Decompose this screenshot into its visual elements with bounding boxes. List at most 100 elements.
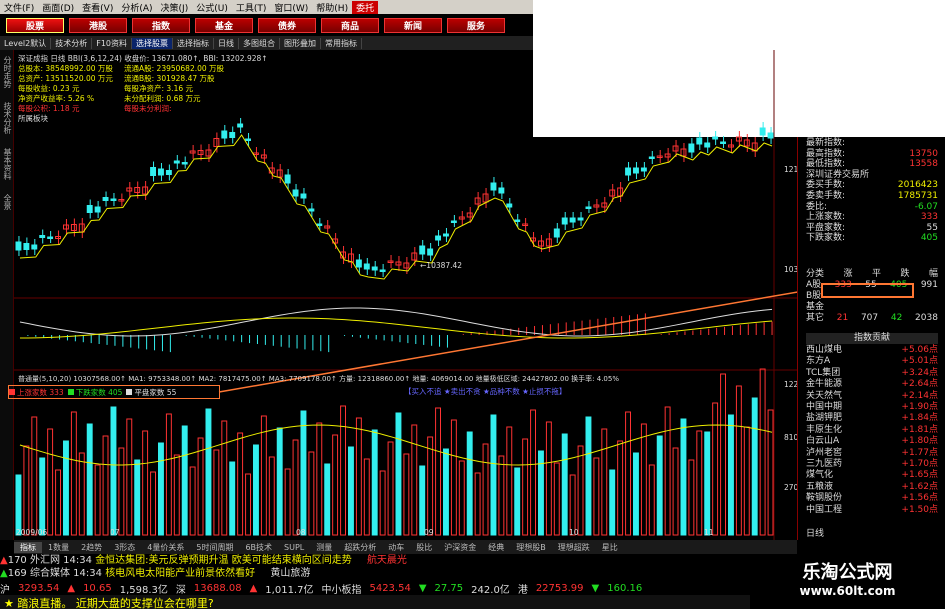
candle [15,241,22,251]
chart-area[interactable]: 深证成指 日线 BBI(3,6,12,24) 收盘价: 13671.080↑, … [14,50,810,540]
volume-bar [300,410,307,536]
highlight-box [821,283,914,298]
volume-bar [189,466,196,536]
indicator-tab[interactable]: 测量 [310,542,338,553]
ticker-item: ▼ [418,582,427,594]
nav-fund[interactable]: 基金 [195,17,253,33]
nav-bond[interactable]: 债券 [258,17,316,33]
indicator-tab[interactable]: 沪深资金 [438,542,482,553]
indicator-tab[interactable]: 指标 [14,541,42,553]
contrib-row[interactable]: TCL集团 +3.24点 [806,368,938,379]
toolbar-multi[interactable]: 多图组合 [239,37,280,49]
toolbar-f10[interactable]: F10资料 [92,37,132,49]
contrib-row[interactable]: 五粮液 +1.62点 [806,482,938,493]
indicator-tab[interactable]: 3形态 [108,542,141,553]
indicator-tab[interactable]: 经典 [482,542,510,553]
menu-file[interactable]: 文件(F) [0,1,38,14]
volume-bar [522,438,529,536]
nav-hk[interactable]: 港股 [69,17,127,33]
toolbar-select-indicator[interactable]: 选择指标 [173,37,214,49]
left-tab-basic[interactable]: 基本资料 [2,148,13,180]
menu-help[interactable]: 帮助(H) [312,1,352,14]
indicator-tab[interactable]: 5时间周期 [190,542,239,553]
contrib-row[interactable]: 东方A +5.01点 [806,356,938,367]
contrib-title: 指数贡献 [806,333,938,344]
kline-chart[interactable] [14,50,810,540]
toolbar-level2[interactable]: Level2默认 [0,37,52,49]
volume-bar [70,411,77,536]
indicator-tab[interactable]: 6B技术 [239,542,278,553]
toolbar-period[interactable]: 日线 [214,37,239,49]
left-tab-intraday[interactable]: 分时走势 [2,56,13,88]
volume-bar [324,463,331,536]
indicator-tab[interactable]: 股比 [410,542,438,553]
contrib-row[interactable]: 丰原生化 +1.81点 [806,425,938,436]
volume-bar [593,457,600,536]
menu-view[interactable]: 查看(V) [78,1,117,14]
contrib-row[interactable]: 中国中期 +1.90点 [806,402,938,413]
menu-tools[interactable]: 工具(T) [232,1,271,14]
toolbar-select-stock[interactable]: 选择股票 [132,37,173,49]
contrib-row[interactable]: 白云山A +1.80点 [806,436,938,447]
volume-bar [23,445,30,536]
menu-trade[interactable]: 委托 [352,0,379,14]
menu-window[interactable]: 窗口(W) [270,1,312,14]
nav-service[interactable]: 服务 [447,17,505,33]
news-item[interactable]: ▲169 综合媒体 14:34 核电风电太阳能产业前景依然看好 黄山旅游 [0,567,750,580]
nav-commodity[interactable]: 商品 [321,17,379,33]
indicator-tab[interactable]: 2趋势 [75,542,108,553]
volume-bar [134,459,141,536]
volume-bar [672,447,679,536]
volume-bar [284,468,291,536]
toolbar-common[interactable]: 常用指标 [321,37,362,49]
indicator-tab[interactable]: 动车 [382,542,410,553]
menu-decision[interactable]: 决策(J) [157,1,193,14]
volume-bar [110,406,117,536]
contrib-row[interactable]: 泸州老窖 +1.77点 [806,448,938,459]
indicator-tab[interactable]: 1数量 [42,542,75,553]
volume-bar [15,474,22,536]
contrib-row[interactable]: 关天然气 +2.14点 [806,391,938,402]
news-item[interactable]: ▲170 外汇网 14:34 金恒达集团:美元反弹预期升温 欧美可能结束横向区间… [0,554,750,567]
nav-index[interactable]: 指数 [132,17,190,33]
contrib-row[interactable]: 中国工程 +1.50点 [806,505,938,516]
news-ticker: ▲170 外汇网 14:34 金恒达集团:美元反弹预期升温 欧美可能结束横向区间… [0,554,750,581]
left-tab-panorama[interactable]: 全景 [2,194,13,210]
contrib-row[interactable]: 三九医药 +1.70点 [806,459,938,470]
indicator-tab[interactable]: 星比 [596,542,624,553]
nav-stocks[interactable]: 股票 [6,17,64,33]
volume-bar [474,472,481,536]
panel-footer[interactable]: 日线 [806,529,824,540]
indicator-tab[interactable]: 4量价关系 [141,542,190,553]
nav-news[interactable]: 新闻 [384,17,442,33]
candle [284,174,291,184]
indicator-tab[interactable]: 超跌分析 [338,542,382,553]
left-tab-tech[interactable]: 技术分析 [2,102,13,134]
low-price-label: ←10387.42 [420,261,463,270]
toolbar-overlay[interactable]: 图形叠加 [280,37,321,49]
contrib-row[interactable]: 金牛能源 +2.64点 [806,379,938,390]
candle [553,228,560,238]
contrib-list: 西山煤电 +5.06点 东方A +5.01点 TCL集团 +3.24点 金牛能源 +2.64点… [806,345,938,516]
menu-analysis[interactable]: 分析(A) [117,1,156,14]
candle [640,167,647,172]
toolbar: Level2默认 技术分析 F10资料 选择股票 选择指标 日线 多图组合 图形… [0,36,533,50]
contrib-row[interactable]: 盐湖钾肥 +1.84点 [806,413,938,424]
toolbar-tech[interactable]: 技术分析 [51,37,93,49]
menu-screen[interactable]: 画面(D) [38,1,78,14]
breadth-row-other[interactable]: 其它 21 707 42 2038 [806,313,938,324]
indicator-tab[interactable]: 理想股B [510,542,552,553]
breadth-row-fund[interactable]: 基金 [806,302,938,313]
candle [395,261,402,266]
contrib-row[interactable]: 西山煤电 +5.06点 [806,345,938,356]
status-broadcast[interactable]: ★ 踏浪直播。 近期大盘的支撑位会在哪里? [0,595,750,609]
menu-formula[interactable]: 公式(U) [192,1,232,14]
volume-bar [601,428,608,536]
contrib-row[interactable]: 煤气化 +1.65点 [806,470,938,481]
indicator-tab[interactable]: 理想超跌 [552,542,596,553]
volume-bar [466,431,473,536]
volume-bar [490,414,497,536]
contrib-row[interactable]: 鞍钢股份 +1.56点 [806,493,938,504]
volume-tags: 【买入不追 ★卖出不贪 ★品种不数 ★止损不拖】 [404,387,567,396]
indicator-tab[interactable]: SUPL [278,543,310,552]
